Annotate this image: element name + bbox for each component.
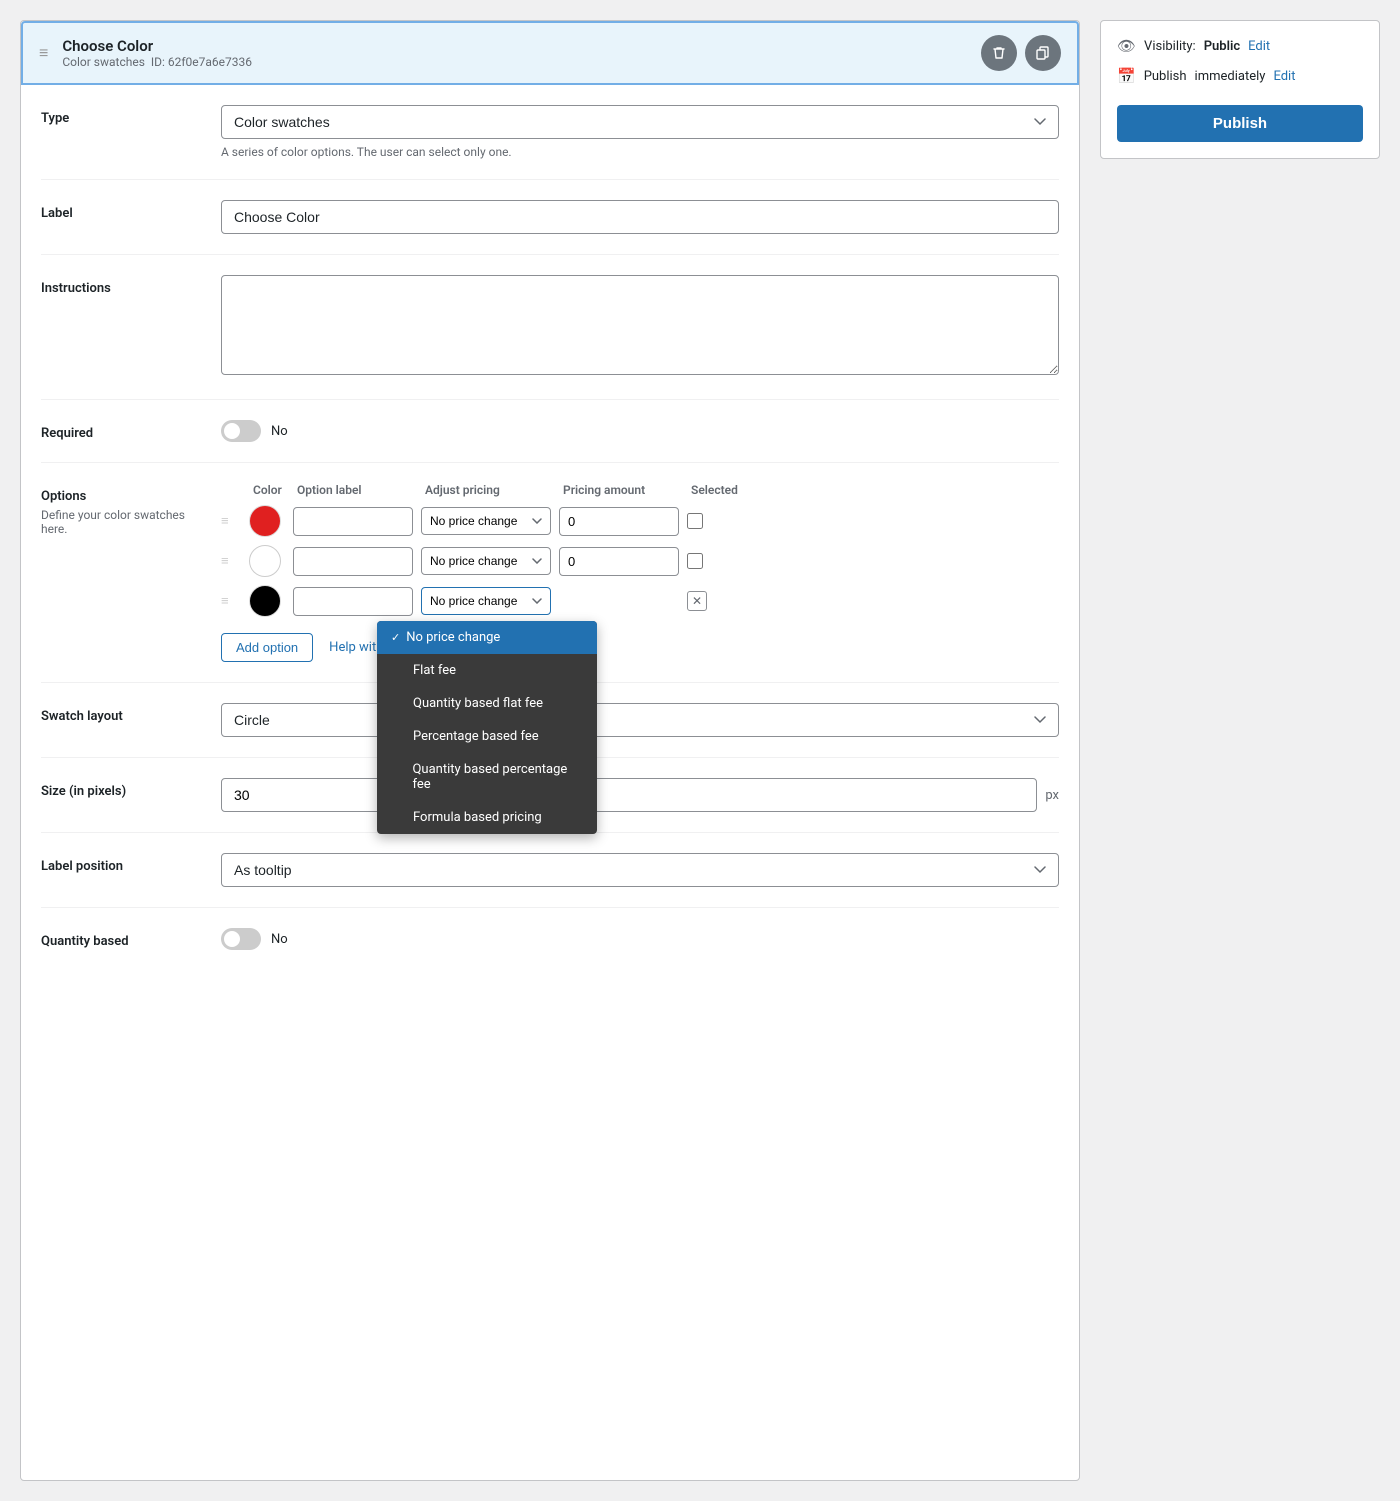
publish-button[interactable]: Publish — [1117, 105, 1363, 142]
adjust-pricing-select-2[interactable]: No price change — [421, 547, 551, 575]
drag-handle-icon[interactable]: ≡ — [39, 43, 48, 63]
publish-timing-edit-link[interactable]: Edit — [1273, 69, 1295, 84]
label-content — [221, 200, 1059, 234]
delete-button[interactable] — [981, 35, 1017, 71]
table-row: ≡ No price change ✕ ✓ — [221, 585, 1059, 617]
label-position-select[interactable]: As tooltip — [221, 853, 1059, 887]
table-row: ≡ No price change — [221, 545, 1059, 577]
option-label-input-1[interactable] — [293, 507, 413, 536]
adjust-pricing-select-1[interactable]: No price change — [421, 507, 551, 535]
adjust-pricing-select-3[interactable]: No price change — [421, 587, 551, 615]
publish-timing: immediately — [1195, 69, 1266, 84]
instructions-content — [221, 275, 1059, 379]
swatch-layout-content: Circle — [221, 703, 1059, 737]
calendar-icon: 📅 — [1117, 67, 1136, 85]
col-color: Color — [253, 483, 289, 497]
field-header: ≡ Choose Color Color swatches ID: 62f0e7… — [21, 21, 1079, 85]
visibility-label: Visibility: — [1144, 39, 1196, 54]
size-label: Size (in pixels) — [41, 778, 201, 812]
dropdown-item-flat-fee[interactable]: Flat fee — [377, 654, 597, 687]
pricing-amount-input-1[interactable] — [559, 507, 679, 536]
size-content: px — [221, 778, 1059, 812]
field-subtitle: Color swatches ID: 62f0e7a6e7336 — [62, 55, 971, 69]
quantity-based-label: Quantity based — [41, 928, 201, 950]
header-actions — [981, 35, 1061, 71]
required-row: Required No — [41, 400, 1059, 463]
visibility-icon: 👁 — [1117, 37, 1136, 55]
publish-row: 📅 Publish immediately Edit — [1117, 67, 1363, 85]
visibility-value: Public — [1204, 39, 1240, 54]
quantity-based-toggle-label: No — [271, 932, 288, 947]
options-label: Options Define your color swatches here. — [41, 483, 201, 662]
instructions-row: Instructions — [41, 255, 1059, 400]
label-input[interactable] — [221, 200, 1059, 234]
required-label: Required — [41, 420, 201, 442]
option-label-input-3[interactable] — [293, 587, 413, 616]
quantity-based-toggle[interactable] — [221, 928, 261, 950]
row-drag-handle[interactable]: ≡ — [221, 553, 241, 569]
publish-label: Publish — [1144, 69, 1187, 84]
copy-button[interactable] — [1025, 35, 1061, 71]
required-toggle-wrap: No — [221, 420, 1059, 442]
pricing-amount-input-2[interactable] — [559, 547, 679, 576]
label-position-label: Label position — [41, 853, 201, 887]
option-delete-button[interactable]: ✕ — [687, 591, 707, 611]
col-pricing-amount: Pricing amount — [563, 483, 683, 497]
label-row: Label — [41, 180, 1059, 255]
dropdown-item-qty-flat[interactable]: Quantity based flat fee — [377, 687, 597, 720]
options-footer: Add option Help with pricing — [221, 633, 1059, 662]
quantity-based-toggle-wrap: No — [221, 928, 1059, 950]
row-drag-handle[interactable]: ≡ — [221, 593, 241, 609]
type-select[interactable]: Color swatches — [221, 105, 1059, 139]
color-swatch-white[interactable] — [249, 545, 281, 577]
option-checkbox-2[interactable] — [687, 553, 703, 569]
dropdown-item-no-price-change[interactable]: ✓ No price change — [377, 621, 597, 654]
table-row: ≡ No price change — [221, 505, 1059, 537]
field-title: Choose Color — [62, 37, 971, 55]
options-row: Options Define your color swatches here.… — [41, 463, 1059, 683]
quantity-based-row: Quantity based No — [41, 908, 1059, 970]
label-position-row: Label position As tooltip — [41, 833, 1059, 908]
instructions-label: Instructions — [41, 275, 201, 379]
sidebar-panel: 👁 Visibility: Public Edit 📅 Publish imme… — [1100, 20, 1380, 1481]
dropdown-item-pct-fee[interactable]: Percentage based fee — [377, 720, 597, 753]
form-body: Type Color swatches A series of color op… — [21, 85, 1079, 990]
type-description: A series of color options. The user can … — [221, 145, 1059, 159]
check-icon: ✓ — [391, 631, 400, 644]
type-row: Type Color swatches A series of color op… — [41, 85, 1059, 180]
sidebar-box: 👁 Visibility: Public Edit 📅 Publish imme… — [1100, 20, 1380, 159]
swatch-layout-select[interactable]: Circle — [221, 703, 1059, 737]
row-drag-handle[interactable]: ≡ — [221, 513, 241, 529]
options-header: Color Option label Adjust pricing Pricin… — [221, 483, 1059, 497]
label-position-content: As tooltip — [221, 853, 1059, 887]
color-swatch-black[interactable] — [249, 585, 281, 617]
size-input-wrap: px — [221, 778, 1059, 812]
type-label: Type — [41, 105, 201, 159]
visibility-edit-link[interactable]: Edit — [1248, 39, 1270, 54]
dropdown-item-qty-pct[interactable]: Quantity based percentage fee — [377, 753, 597, 801]
field-header-info: Choose Color Color swatches ID: 62f0e7a6… — [62, 37, 971, 69]
instructions-textarea[interactable] — [221, 275, 1059, 375]
size-unit: px — [1045, 788, 1059, 803]
option-checkbox-1[interactable] — [687, 513, 703, 529]
required-content: No — [221, 420, 1059, 442]
options-table: Color Option label Adjust pricing Pricin… — [221, 483, 1059, 617]
required-toggle-label: No — [271, 424, 288, 439]
pricing-dropdown: ✓ No price change Flat fee Quantity base — [377, 621, 597, 834]
add-option-button[interactable]: Add option — [221, 633, 313, 662]
quantity-based-content: No — [221, 928, 1059, 950]
required-toggle[interactable] — [221, 420, 261, 442]
swatch-layout-label: Swatch layout — [41, 703, 201, 737]
visibility-row: 👁 Visibility: Public Edit — [1117, 37, 1363, 55]
options-content: Color Option label Adjust pricing Pricin… — [221, 483, 1059, 662]
col-selected: Selected — [691, 483, 741, 497]
col-option-label: Option label — [297, 483, 417, 497]
col-adjust-pricing: Adjust pricing — [425, 483, 555, 497]
dropdown-item-formula[interactable]: Formula based pricing — [377, 801, 597, 834]
label-label: Label — [41, 200, 201, 234]
color-swatch-red[interactable] — [249, 505, 281, 537]
option-label-input-2[interactable] — [293, 547, 413, 576]
size-input[interactable] — [221, 778, 1037, 812]
type-content: Color swatches A series of color options… — [221, 105, 1059, 159]
